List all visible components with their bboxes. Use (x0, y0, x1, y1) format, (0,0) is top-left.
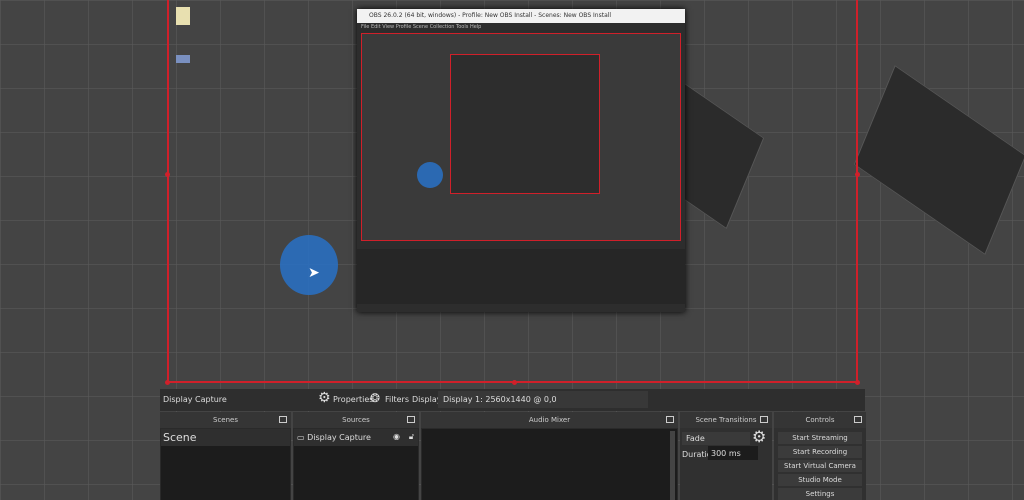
gear-icon: ⚙ (318, 390, 331, 406)
start-virtual-camera-button[interactable]: Start Virtual Camera (778, 460, 862, 472)
source-item[interactable]: ▭ Display Capture ◉ 🔓︎ (294, 429, 418, 446)
gear-icon[interactable]: ⚙ (752, 427, 766, 446)
sources-panel: Sources ▭ Display Capture ◉ 🔓︎ (293, 412, 419, 500)
nested-window-title: OBS 26.0.2 (64 bit, windows) - Profile: … (357, 9, 685, 23)
undock-icon[interactable] (279, 416, 287, 423)
source-toolbar: Display Capture ⚙ Properties ❂ Filters D… (160, 389, 865, 411)
undock-icon[interactable] (760, 416, 768, 423)
undock-icon[interactable] (666, 416, 674, 423)
duration-input[interactable]: 300 ms (708, 446, 758, 460)
nested-preview (361, 33, 681, 241)
controls-panel: Controls Start Streaming Start Recording… (774, 412, 866, 500)
transition-select[interactable]: Fade (682, 432, 750, 445)
scene-transitions-panel: Scene Transitions Fade ⚙ Duration 300 ms (680, 412, 772, 500)
undock-icon[interactable] (854, 416, 862, 423)
undock-icon[interactable] (407, 416, 415, 423)
lock-icon[interactable]: 🔓︎ (409, 432, 414, 442)
settings-button[interactable]: Settings (778, 488, 862, 500)
filters-icon: ❂ (370, 391, 381, 405)
display-select[interactable]: Display 1: 2560x1440 @ 0,0 (438, 391, 648, 408)
scrollbar[interactable] (670, 431, 675, 500)
nested-menu-bar: File Edit View Profile Scene Collection … (361, 24, 482, 30)
monitor-icon: ▭ (297, 433, 305, 442)
studio-mode-button[interactable]: Studio Mode (778, 474, 862, 486)
filters-button[interactable]: Filters (385, 395, 409, 404)
background-laptop (853, 64, 1024, 256)
start-streaming-button[interactable]: Start Streaming (778, 432, 862, 444)
visibility-eye-icon[interactable]: ◉ (393, 432, 400, 441)
selected-source-name: Display Capture (163, 395, 227, 404)
start-recording-button[interactable]: Start Recording (778, 446, 862, 458)
nested-obs-window: OBS 26.0.2 (64 bit, windows) - Profile: … (357, 9, 685, 312)
scene-item[interactable]: Scene (161, 429, 290, 446)
scenes-panel: Scenes Scene (160, 412, 291, 500)
properties-button[interactable]: Properties (333, 395, 373, 404)
mouse-cursor-icon: ➤ (308, 265, 320, 281)
audio-mixer-panel: Audio Mixer (421, 412, 678, 500)
